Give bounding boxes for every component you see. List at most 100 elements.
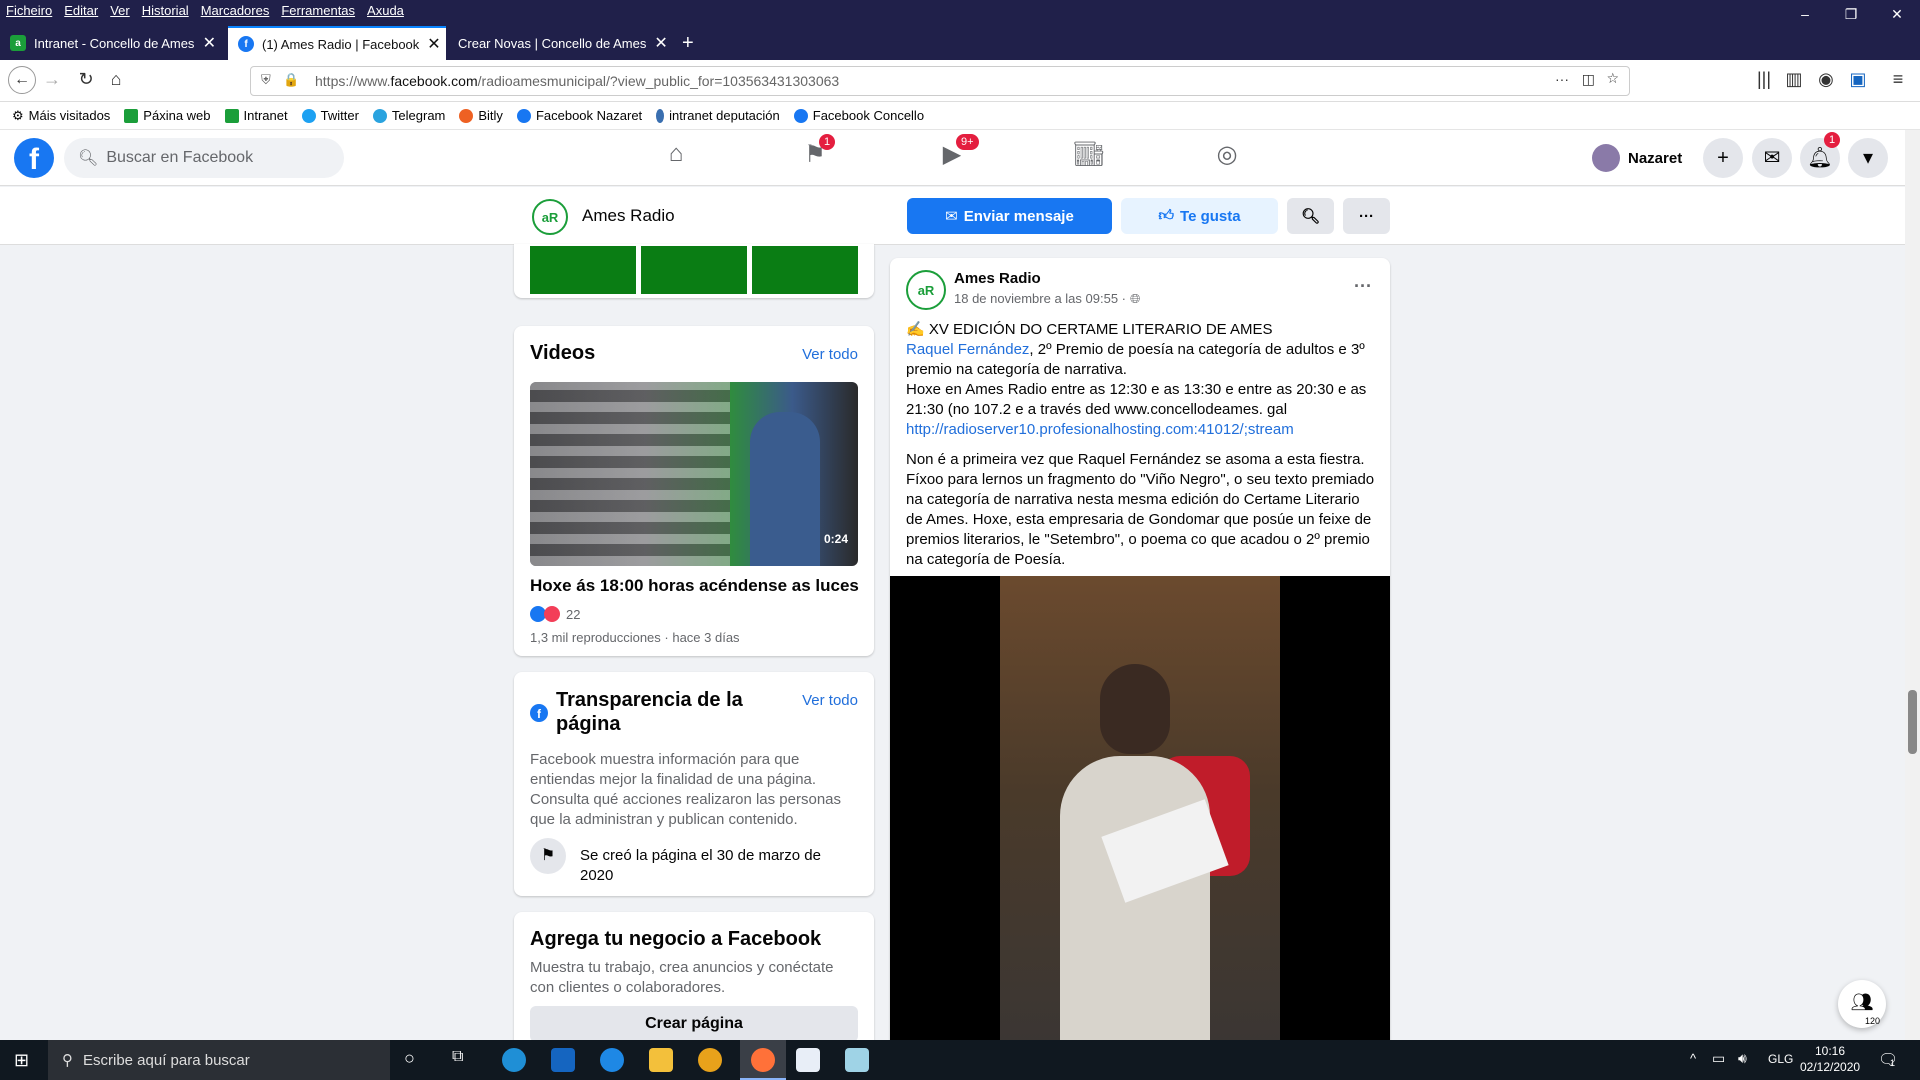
cortana-icon[interactable]: ○: [404, 1048, 415, 1069]
notification-count: 1: [1890, 1058, 1896, 1068]
menu-ficheiro[interactable]: Ficheiro: [0, 3, 58, 18]
sidebar-icon[interactable]: ▥: [1782, 69, 1806, 90]
pages-flag-icon[interactable]: ⚑ 1: [795, 134, 836, 176]
bookmark-telegram[interactable]: Telegram: [372, 108, 445, 123]
bookmark-paxina-web[interactable]: Páxina web: [124, 108, 211, 123]
new-message-floating-button[interactable]: 👥︎ 120: [1838, 980, 1886, 1028]
send-message-button[interactable]: ✉ Enviar mensaje: [907, 198, 1112, 234]
edge-icon[interactable]: [502, 1048, 526, 1072]
bookmark-intranet[interactable]: Intranet: [224, 108, 288, 123]
post-video[interactable]: [890, 576, 1390, 1058]
tab-intranet[interactable]: a Intranet - Concello de Ames | A ✕: [0, 26, 226, 60]
bookmark-twitter[interactable]: Twitter: [301, 108, 359, 123]
lock-icon[interactable]: 🔒: [283, 72, 299, 88]
menu-ver[interactable]: Ver: [104, 3, 136, 18]
pocket-icon[interactable]: ◫: [1582, 71, 1595, 88]
post-author[interactable]: Ames Radio: [954, 270, 1041, 287]
show-hidden-icons-icon[interactable]: ^: [1690, 1051, 1696, 1066]
like-page-button[interactable]: 👍︎ Te gusta: [1121, 198, 1278, 234]
facebook-search-input[interactable]: 🔍︎ Buscar en Facebook: [64, 138, 344, 178]
account-dropdown-icon[interactable]: ▾: [1848, 138, 1888, 178]
menu-historial[interactable]: Historial: [136, 3, 195, 18]
bookmark-facebook-nazaret[interactable]: Facebook Nazaret: [516, 108, 642, 123]
menu-editar[interactable]: Editar: [58, 3, 104, 18]
page-actions-icon[interactable]: ···: [1555, 71, 1569, 87]
post-options-icon[interactable]: ···: [1354, 276, 1372, 297]
bookmark-mais-visitados[interactable]: ⚙ Máis visitados: [12, 108, 110, 124]
profile-link[interactable]: Nazaret: [1592, 144, 1682, 172]
messenger-icon: ✉: [945, 208, 958, 225]
clock[interactable]: 10:16 02/12/2020: [1800, 1043, 1860, 1075]
file-explorer-icon[interactable]: [649, 1048, 673, 1072]
photo-thumbnail[interactable]: [641, 246, 747, 294]
menu-hamburger-icon[interactable]: ≡: [1886, 69, 1910, 90]
url-domain: facebook.com: [390, 73, 478, 89]
mention-link[interactable]: Raquel Fernández: [906, 341, 1029, 358]
close-tab-icon[interactable]: ✕: [654, 33, 667, 53]
page-name[interactable]: Ames Radio: [582, 206, 675, 226]
facebook-logo-icon[interactable]: f: [14, 138, 54, 178]
menu-axuda[interactable]: Axuda: [361, 3, 410, 18]
bookmark-facebook-concello[interactable]: Facebook Concello: [793, 108, 924, 123]
network-icon[interactable]: ▭: [1712, 1050, 1725, 1067]
extension-icon[interactable]: ▣: [1846, 69, 1870, 90]
task-view-icon[interactable]: ⧉: [452, 1048, 463, 1066]
forward-button[interactable]: →: [40, 69, 64, 90]
stream-link[interactable]: http://radioserver10.profesionalhosting.…: [906, 420, 1376, 440]
shield-icon[interactable]: ⛨: [261, 72, 271, 88]
scrollbar-thumb[interactable]: [1908, 690, 1917, 754]
close-tab-icon[interactable]: ✕: [427, 34, 440, 54]
page-search-button[interactable]: 🔍︎: [1287, 198, 1334, 234]
url-path: /radioamesmunicipal/?view_public_for=103…: [477, 73, 840, 89]
menu-ferramentas[interactable]: Ferramentas: [275, 3, 361, 18]
home-nav-icon[interactable]: ⌂: [656, 140, 696, 176]
notepad-icon[interactable]: [845, 1048, 869, 1072]
menu-marcadores[interactable]: Marcadores: [195, 3, 276, 18]
bookmark-intranet-deputacion[interactable]: intranet deputación: [656, 108, 780, 123]
groups-icon[interactable]: ◎: [1207, 140, 1247, 176]
bookmark-star-icon[interactable]: ☆: [1606, 70, 1619, 87]
close-tab-icon[interactable]: ✕: [203, 33, 216, 53]
volume-icon[interactable]: 🔊︎: [1738, 1050, 1747, 1067]
notifications-bell-icon[interactable]: 🔔︎ 1: [1800, 132, 1841, 178]
action-center-icon[interactable]: 🗨︎ 1: [1878, 1050, 1898, 1070]
create-page-button[interactable]: Crear página: [530, 1006, 858, 1042]
back-button[interactable]: ←: [8, 66, 36, 94]
video-reactions[interactable]: 22: [530, 606, 580, 622]
bookmark-bitly[interactable]: Bitly: [459, 108, 503, 123]
document-icon[interactable]: [796, 1048, 820, 1072]
url-bar[interactable]: ⛨ 🔒 https://www. facebook.com/radioamesmu…: [250, 66, 1630, 96]
windows-taskbar: ⊞ ⚲ Escribe aquí para buscar ○ ⧉ ^ ▭ 🔊︎ G…: [0, 1040, 1920, 1080]
video-title[interactable]: Hoxe ás 18:00 horas acéndense as luces .…: [530, 576, 860, 596]
language-indicator[interactable]: GLG: [1768, 1052, 1793, 1066]
messenger-icon[interactable]: ✉: [1752, 138, 1792, 178]
tab-crear-novas[interactable]: Crear Novas | Concello de Ames ✕: [448, 26, 668, 60]
reload-button[interactable]: ↻: [74, 69, 98, 90]
home-button[interactable]: ⌂: [104, 69, 128, 90]
new-tab-button[interactable]: +: [672, 26, 712, 60]
videos-see-all-link[interactable]: Ver todo: [802, 346, 858, 363]
tab-ames-radio-facebook[interactable]: f (1) Ames Radio | Facebook ✕: [228, 26, 446, 60]
like-label: Te gusta: [1180, 207, 1241, 225]
post-date-row[interactable]: 18 de noviembre a las 09:55 · 🌐︎: [954, 291, 1140, 307]
create-plus-icon[interactable]: +: [1703, 138, 1743, 178]
page-avatar[interactable]: aR: [532, 199, 568, 235]
photo-thumbnail[interactable]: [530, 246, 636, 294]
account-icon[interactable]: ◉: [1814, 69, 1838, 90]
post-author-avatar[interactable]: aR: [906, 270, 946, 310]
video-thumbnail[interactable]: 0:24: [530, 382, 858, 566]
windows-start-icon[interactable]: ⊞: [14, 1050, 29, 1071]
transparency-see-all-link[interactable]: Ver todo: [802, 692, 858, 709]
firefox-icon: [751, 1048, 775, 1072]
mail-icon[interactable]: [551, 1048, 575, 1072]
firefox-taskbar-button[interactable]: [740, 1040, 786, 1080]
library-icon[interactable]: |||: [1752, 69, 1776, 90]
page-scrollbar[interactable]: [1905, 130, 1920, 1040]
watch-icon[interactable]: ▶ 9+: [932, 134, 979, 176]
photo-thumbnail[interactable]: [752, 246, 858, 294]
page-more-button[interactable]: ···: [1343, 198, 1390, 234]
marketplace-icon[interactable]: 🏬︎: [1069, 140, 1109, 176]
taskbar-search-input[interactable]: ⚲ Escribe aquí para buscar: [48, 1040, 390, 1080]
internet-explorer-icon[interactable]: [600, 1048, 624, 1072]
vlc-icon[interactable]: [698, 1048, 722, 1072]
